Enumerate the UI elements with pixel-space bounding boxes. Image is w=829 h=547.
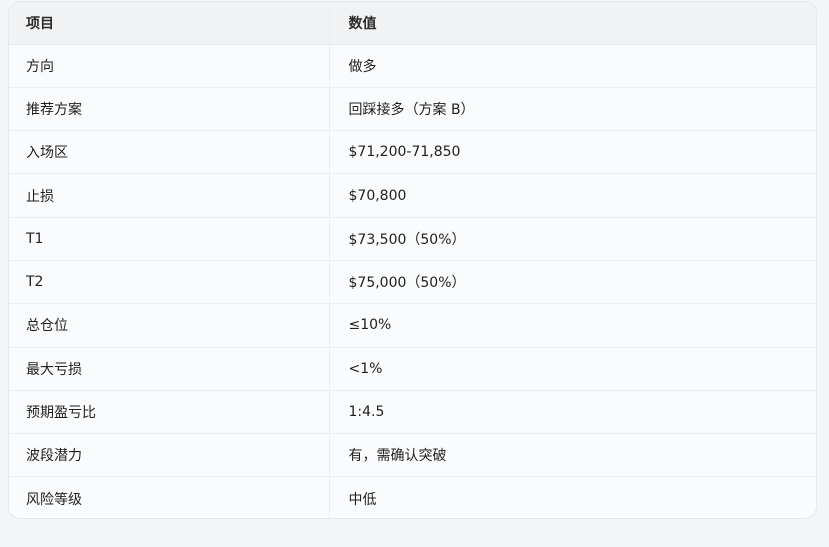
row-value: 1:4.5 [328, 390, 816, 435]
table-row: 方向 做多 [9, 44, 816, 88]
row-label: 预期盈亏比 [9, 390, 329, 435]
row-label: 推荐方案 [9, 87, 329, 132]
table-row: 总仓位 ≤10% [9, 303, 816, 348]
table-row: 风险等级 中低 [9, 476, 816, 518]
row-value: $75,000（50%） [328, 260, 816, 305]
table-body: 方向 做多 推荐方案 回踩接多（方案 B） 入场区 $71,200-71,850… [9, 44, 816, 518]
row-label: 最大亏损 [9, 347, 329, 391]
row-label: T2 [9, 260, 329, 305]
header-row: 项目 数值 [9, 2, 816, 45]
table-row: T1 $73,500（50%） [9, 217, 816, 261]
table-row: 止损 $70,800 [9, 173, 816, 218]
row-label: 波段潜力 [9, 433, 329, 478]
table-row: 推荐方案 回踩接多（方案 B） [9, 87, 816, 132]
row-label: 风险等级 [26, 491, 82, 508]
data-table-card: 项目 数值 方向 做多 推荐方案 回踩接多（方案 B） 入场区 $71,200-… [8, 1, 817, 519]
row-label: 入场区 [9, 130, 329, 175]
row-value: $71,200-71,850 [328, 130, 816, 175]
row-label: 总仓位 [9, 303, 329, 348]
row-label: T1 [9, 217, 329, 261]
row-value: <1% [328, 347, 816, 391]
row-value: 做多 [328, 44, 816, 88]
table-row: 入场区 $71,200-71,850 [9, 130, 816, 175]
data-table: 项目 数值 方向 做多 推荐方案 回踩接多（方案 B） 入场区 $71,200-… [9, 2, 816, 518]
row-label: 止损 [9, 173, 329, 218]
row-value: 有，需确认突破 [328, 433, 816, 478]
table-row: 预期盈亏比 1:4.5 [9, 390, 816, 435]
row-value: 回踩接多（方案 B） [328, 87, 816, 132]
column-header-value: 数值 [328, 2, 816, 45]
table-row: 波段潜力 有，需确认突破 [9, 433, 816, 478]
row-value: $73,500（50%） [328, 217, 816, 261]
table-row: T2 $75,000（50%） [9, 260, 816, 305]
row-value: $70,800 [328, 173, 816, 218]
table-row: 最大亏损 <1% [9, 347, 816, 391]
row-value: 中低 [328, 476, 816, 518]
row-value: ≤10% [328, 303, 816, 348]
table-header: 项目 数值 [9, 2, 816, 45]
column-header-item: 项目 [9, 2, 329, 45]
row-label: 方向 [9, 44, 329, 88]
